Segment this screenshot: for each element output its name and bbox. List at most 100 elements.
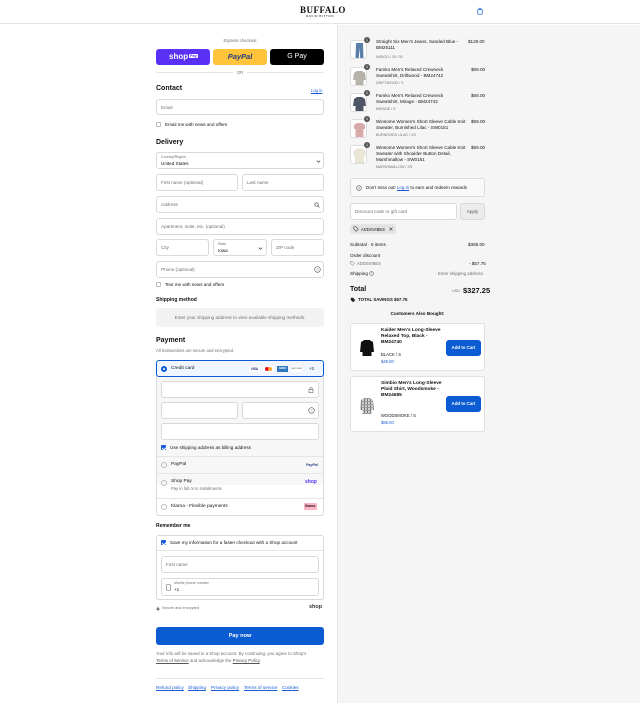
secure-label: Secure and encrypted bbox=[162, 606, 200, 610]
shipping-method-heading: Shipping method bbox=[156, 297, 197, 303]
tag-icon bbox=[350, 297, 356, 303]
email-input[interactable]: Email bbox=[156, 99, 324, 115]
name-on-card-input[interactable] bbox=[161, 423, 319, 440]
help-icon[interactable]: ? bbox=[369, 271, 374, 276]
footer-refund-policy-link[interactable]: Refund policy bbox=[156, 685, 184, 690]
city-input[interactable]: City bbox=[156, 239, 209, 256]
footer-terms-link[interactable]: Terms of service bbox=[244, 685, 277, 690]
mobile-phone-input[interactable]: Mobile phone number +1 bbox=[161, 578, 319, 596]
remember-me-heading: Remember me bbox=[156, 523, 191, 529]
address-input[interactable]: Address bbox=[156, 196, 324, 213]
remember-first-name-input[interactable]: First name bbox=[161, 556, 319, 573]
product-image bbox=[350, 40, 367, 59]
line-item: 1 Famko Men's Relaxed Crewneck Sweatshir… bbox=[350, 90, 486, 117]
footer-privacy-policy-link[interactable]: Privacy policy bbox=[211, 685, 239, 690]
order-discount-label: Order discount bbox=[350, 253, 381, 258]
paypal-express-button[interactable]: PayPal bbox=[213, 49, 267, 65]
klarna-option[interactable]: Klarna - Flexible payments Klarna. bbox=[156, 499, 324, 515]
rewards-login-link[interactable]: Log in bbox=[397, 185, 409, 190]
paypal-option[interactable]: PayPal PayPal bbox=[156, 458, 324, 473]
apply-discount-button[interactable]: Apply bbox=[460, 203, 485, 220]
sms-label: Text me with news and offers bbox=[165, 282, 225, 287]
lock-icon bbox=[308, 387, 314, 393]
add-to-cart-button[interactable]: Add to Cart bbox=[446, 396, 481, 412]
brand-logo[interactable]: BUFFALO DAVID BITTON bbox=[300, 6, 345, 19]
item-name: Winsome Women's Short Sleeve Cable Knit … bbox=[376, 145, 466, 162]
state-label: State bbox=[218, 242, 227, 246]
newsletter-checkbox[interactable] bbox=[156, 122, 161, 127]
item-variant: MARSHMALLOW / XS bbox=[376, 165, 413, 169]
login-link[interactable]: Log in bbox=[311, 88, 322, 93]
chevron-down-icon bbox=[316, 160, 321, 163]
quantity-badge: 1 bbox=[364, 90, 370, 96]
zip-placeholder: ZIP code bbox=[276, 245, 295, 250]
privacy-policy-link[interactable]: Privacy Policy bbox=[233, 658, 260, 663]
terms-of-service-link[interactable]: Terms of Service bbox=[156, 658, 189, 663]
klarna-radio[interactable] bbox=[161, 504, 167, 510]
first-name-input[interactable]: First name (optional) bbox=[156, 174, 238, 191]
shop-pay-express-button[interactable]: shop Pay bbox=[156, 49, 210, 65]
item-name: Winsome Women's Short Sleeve Cable Knit … bbox=[376, 119, 466, 130]
city-placeholder: City bbox=[161, 245, 169, 250]
credit-card-radio[interactable] bbox=[161, 366, 167, 372]
credit-card-option[interactable]: Credit card VISA AMEX DISCOVER +3 bbox=[156, 360, 324, 377]
contact-heading: Contact bbox=[156, 85, 183, 92]
mastercard-icon bbox=[263, 366, 274, 372]
legal-text: Your info will be saved to a Shop accoun… bbox=[156, 651, 324, 664]
shop-pay-radio[interactable] bbox=[161, 480, 167, 486]
state-select[interactable]: State Iowa bbox=[213, 239, 267, 256]
total-savings-value: $57.75 bbox=[394, 297, 408, 302]
rewards-post: to earn and redeem rewards bbox=[410, 185, 467, 190]
discover-icon: DISCOVER bbox=[291, 366, 302, 372]
quantity-badge: 1 bbox=[364, 142, 370, 148]
google-pay-express-button[interactable]: G Pay bbox=[270, 49, 324, 65]
paypal-radio[interactable] bbox=[161, 462, 167, 468]
payment-heading: Payment bbox=[156, 337, 186, 344]
discount-code-input[interactable]: Discount code or gift card bbox=[350, 203, 457, 220]
security-code-input[interactable]: ? bbox=[242, 402, 319, 419]
discount-tag: ADDSVIBES bbox=[350, 224, 396, 234]
last-name-placeholder: Last name bbox=[247, 180, 269, 185]
help-icon[interactable]: ? bbox=[314, 266, 321, 273]
footer-cookies-link[interactable]: Cookies bbox=[282, 685, 299, 690]
use-shipping-label: Use shipping address as billing address bbox=[170, 445, 251, 450]
item-price: $129.00 bbox=[468, 39, 485, 44]
country-value: United States bbox=[161, 161, 189, 166]
card-number-input[interactable] bbox=[161, 381, 319, 398]
country-label: Country/Region bbox=[161, 155, 186, 159]
sms-checkbox[interactable] bbox=[156, 282, 161, 287]
discount-value: - $57.75 bbox=[469, 261, 486, 266]
total-label: Total bbox=[350, 286, 367, 293]
shop-pay-option[interactable]: Shop Pay Pay in full or in installments … bbox=[156, 474, 324, 498]
apartment-input[interactable]: Apartment, suite, etc. (optional) bbox=[156, 218, 324, 235]
credit-card-label: Credit card bbox=[171, 366, 195, 371]
apartment-placeholder: Apartment, suite, etc. (optional) bbox=[161, 224, 225, 229]
product-image bbox=[350, 119, 367, 138]
item-price: $69.00 bbox=[471, 67, 486, 72]
add-to-cart-button[interactable]: Add to Cart bbox=[446, 340, 481, 356]
legal-mid: and acknowledge the bbox=[189, 657, 232, 663]
help-icon[interactable]: ? bbox=[308, 407, 315, 414]
footer-shipping-link[interactable]: Shipping bbox=[188, 685, 206, 690]
divider bbox=[156, 678, 324, 679]
expiry-input[interactable] bbox=[161, 402, 238, 419]
item-price: $59.00 bbox=[471, 145, 486, 150]
upsell-card: Kaider Men's Long-Sleeve Relaxed Top, Bl… bbox=[350, 323, 485, 371]
info-icon bbox=[356, 185, 362, 191]
country-select[interactable]: Country/Region United States bbox=[156, 152, 324, 169]
zip-input[interactable]: ZIP code bbox=[271, 239, 324, 256]
shipping-label: Shipping bbox=[350, 271, 368, 276]
shopping-bag-icon[interactable] bbox=[476, 7, 484, 15]
phone-input[interactable]: Phone (optional) ? bbox=[156, 261, 324, 278]
total-value: $327.25 bbox=[463, 286, 491, 295]
save-info-checkbox[interactable] bbox=[161, 540, 166, 545]
pay-now-button[interactable]: Pay now bbox=[156, 627, 324, 645]
tag-icon bbox=[350, 261, 355, 266]
last-name-input[interactable]: Last name bbox=[242, 174, 324, 191]
discount-code-label: ADDSVIBES bbox=[357, 261, 381, 266]
visa-icon: VISA bbox=[249, 366, 260, 372]
item-name: Famko Men's Relaxed Crewneck Sweatshirt,… bbox=[376, 67, 444, 78]
use-shipping-checkbox[interactable] bbox=[161, 445, 166, 450]
search-icon bbox=[314, 202, 320, 208]
close-icon[interactable] bbox=[389, 227, 393, 231]
